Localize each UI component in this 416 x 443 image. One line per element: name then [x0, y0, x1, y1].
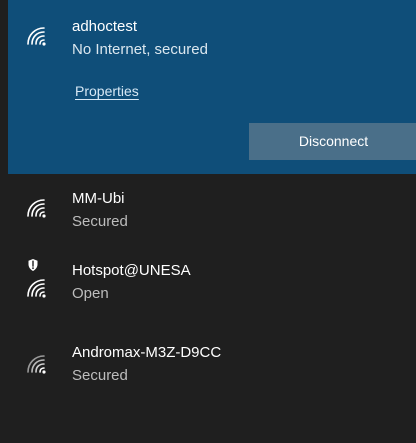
network-ssid-mm-ubi: MM-Ubi	[72, 190, 125, 207]
properties-link[interactable]: Properties	[75, 83, 139, 99]
network-item-andromax-m3z-d9cc[interactable]: Andromax-M3Z-D9CC Secured	[8, 330, 416, 408]
network-ssid-andromax-m3z-d9cc: Andromax-M3Z-D9CC	[72, 344, 222, 361]
network-status-mm-ubi: Secured	[72, 213, 128, 230]
wifi-network-panel: adhoctest No Internet, secured Propertie…	[0, 0, 416, 443]
network-status-andromax-m3z-d9cc: Secured	[72, 367, 128, 384]
network-ssid-adhoctest: adhoctest	[72, 18, 138, 35]
wifi-icon	[27, 27, 46, 46]
wifi-icon	[27, 279, 46, 298]
disconnect-button[interactable]: Disconnect	[249, 123, 416, 160]
wifi-icon	[27, 199, 46, 218]
network-item-mm-ubi[interactable]: MM-Ubi Secured	[8, 174, 416, 252]
network-status-adhoctest: No Internet, secured	[72, 41, 208, 58]
network-ssid-hotspot-unesa: Hotspot@UNESA	[72, 262, 191, 279]
wifi-icon	[27, 355, 46, 374]
network-item-hotspot-unesa[interactable]: Hotspot@UNESA Open	[8, 252, 416, 330]
network-status-hotspot-unesa: Open	[72, 285, 109, 302]
selected-network-adhoctest[interactable]: adhoctest No Internet, secured Propertie…	[8, 0, 416, 174]
